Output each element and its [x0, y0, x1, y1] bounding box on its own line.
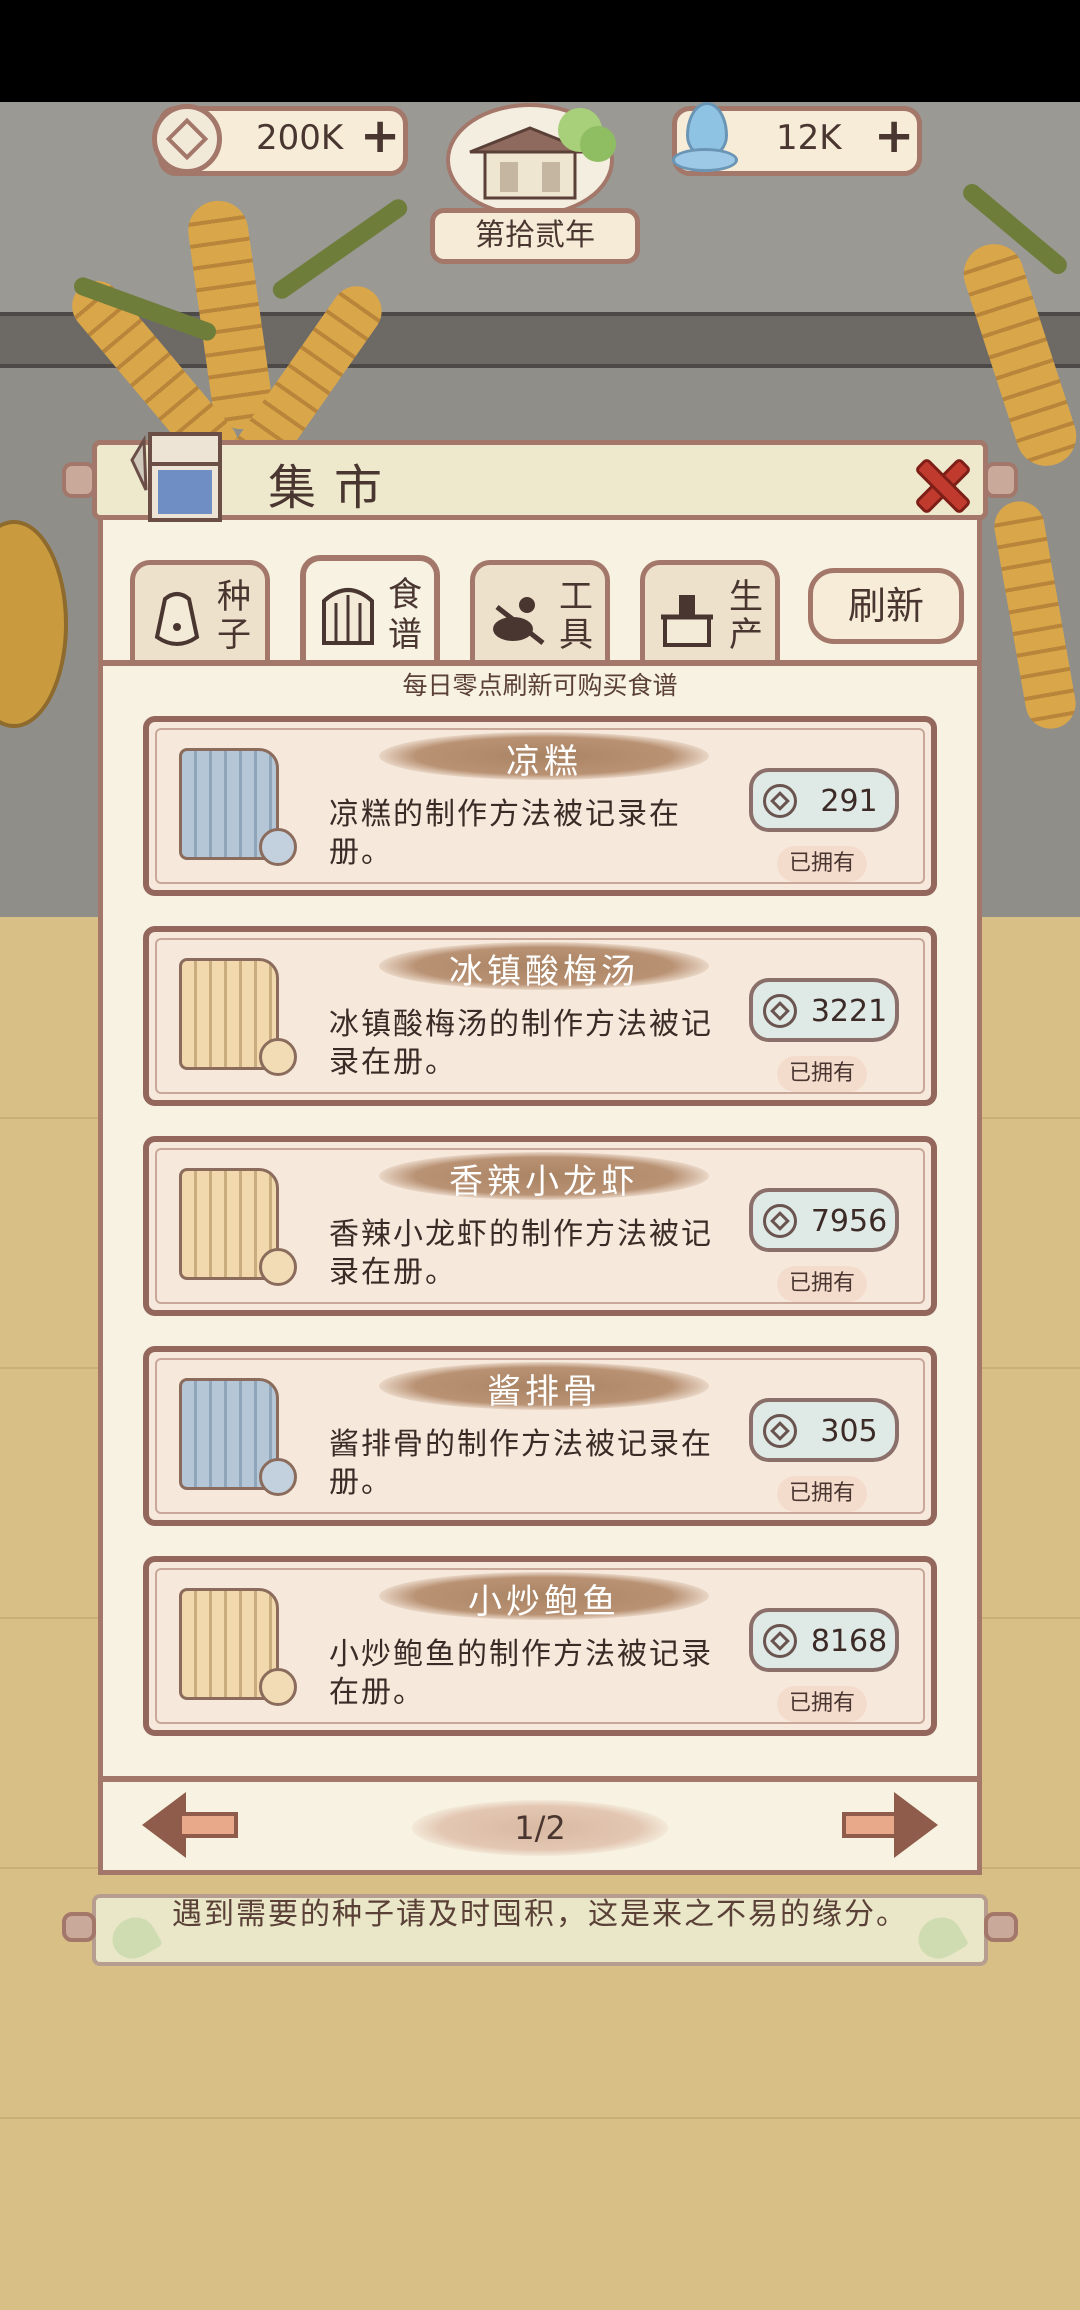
- recipe-name: 香辣小龙虾: [449, 1162, 639, 1202]
- water-drop-icon: [672, 100, 738, 172]
- close-button[interactable]: [912, 456, 966, 510]
- recipe-card[interactable]: 凉糕 凉糕的制作方法被记录在册。 291 已拥有: [143, 716, 937, 896]
- panel-roll-left: [62, 462, 96, 498]
- price-tag[interactable]: 7956: [749, 1188, 899, 1252]
- add-water-icon[interactable]: +: [874, 112, 914, 160]
- water-amount: 12K: [776, 118, 842, 158]
- recipe-card[interactable]: 酱排骨 酱排骨的制作方法被记录在册。 305 已拥有: [143, 1346, 937, 1526]
- tab-seeds[interactable]: 种 子: [130, 560, 270, 660]
- recipe-card[interactable]: 冰镇酸梅汤 冰镇酸梅汤的制作方法被记录在册。 3221 已拥有: [143, 926, 937, 1106]
- owned-badge: 已拥有: [777, 1266, 867, 1302]
- previous-page-button[interactable]: [142, 1792, 242, 1858]
- add-coins-icon[interactable]: +: [360, 112, 400, 160]
- recipe-scroll-icon: [179, 958, 299, 1078]
- recipe-price: 7956: [810, 1204, 888, 1239]
- tab-seeds-label-2: 子: [217, 615, 251, 655]
- price-tag[interactable]: 305: [749, 1398, 899, 1462]
- owned-badge: 已拥有: [777, 846, 867, 882]
- panel-title: 集市: [268, 460, 401, 516]
- year-badge: 第拾贰年: [430, 208, 640, 264]
- coin-icon: [763, 1414, 797, 1448]
- recipe-name: 凉糕: [506, 742, 582, 782]
- coin-icon: [763, 994, 797, 1028]
- tab-production-label-2: 产: [729, 615, 763, 655]
- recipe-name: 酱排骨: [487, 1372, 601, 1412]
- tab-tools[interactable]: 工 具: [470, 560, 610, 660]
- price-tag[interactable]: 3221: [749, 978, 899, 1042]
- seed-bag-icon: [154, 592, 200, 646]
- house-emblem: [430, 100, 630, 217]
- tab-production[interactable]: 生 产: [640, 560, 780, 660]
- recipe-description: 凉糕的制作方法被记录在册。: [329, 797, 681, 870]
- recipe-card[interactable]: 小炒鲍鱼 小炒鲍鱼的制作方法被记录在册。 8168 已拥有: [143, 1556, 937, 1736]
- tab-production-label-1: 生: [729, 577, 763, 617]
- market-stall-icon: [122, 420, 242, 530]
- tab-recipes[interactable]: 食 谱: [300, 555, 440, 665]
- stove-icon: [661, 595, 713, 647]
- refresh-hint: 每日零点刷新可购买食谱: [402, 671, 678, 700]
- recipe-name: 冰镇酸梅汤: [449, 952, 639, 992]
- recipe-price: 305: [820, 1414, 878, 1449]
- recipe-card[interactable]: 香辣小龙虾 香辣小龙虾的制作方法被记录在册。 7956 已拥有: [143, 1136, 937, 1316]
- coin-icon: [763, 784, 797, 818]
- tab-tools-label-1: 工: [559, 577, 593, 617]
- tab-tools-label-2: 具: [559, 615, 593, 655]
- pager-divider: [98, 1776, 982, 1782]
- recipe-scroll-icon: [179, 748, 299, 868]
- price-tag[interactable]: 291: [749, 768, 899, 832]
- owned-badge: 已拥有: [777, 1476, 867, 1512]
- price-tag[interactable]: 8168: [749, 1608, 899, 1672]
- recipe-name: 小炒鲍鱼: [468, 1582, 620, 1622]
- coin-icon: [763, 1624, 797, 1658]
- next-page-button[interactable]: [838, 1792, 938, 1858]
- recipe-description: 小炒鲍鱼的制作方法被记录在册。: [329, 1637, 713, 1710]
- coin-icon: [152, 104, 222, 174]
- panel-roll-right: [984, 462, 1018, 498]
- recipe-scroll-icon: [322, 588, 374, 645]
- recipe-scroll-icon: [179, 1588, 299, 1708]
- tab-seeds-label-1: 种: [217, 577, 251, 617]
- refresh-button[interactable]: 刷新: [808, 568, 964, 644]
- tip-roll-right: [984, 1912, 1018, 1942]
- tab-recipes-label-1: 食: [388, 575, 422, 615]
- tab-recipes-label-2: 谱: [388, 615, 422, 655]
- coin-icon: [763, 1204, 797, 1238]
- status-bar: [0, 0, 1080, 102]
- recipe-scroll-icon: [179, 1168, 299, 1288]
- hoe-tool-icon: [493, 597, 545, 645]
- tip-roll-left: [62, 1912, 96, 1942]
- recipe-description: 酱排骨的制作方法被记录在册。: [329, 1427, 713, 1500]
- tip-text: 遇到需要的种子请及时囤积，这是来之不易的缘分。: [172, 1897, 908, 1932]
- recipe-price: 8168: [810, 1624, 888, 1659]
- owned-badge: 已拥有: [777, 1056, 867, 1092]
- coin-amount: 200K: [256, 118, 344, 158]
- recipe-price: 3221: [810, 994, 888, 1029]
- arrow-right-icon: [894, 1792, 938, 1858]
- recipe-price: 291: [820, 784, 878, 819]
- recipe-description: 冰镇酸梅汤的制作方法被记录在册。: [329, 1007, 713, 1080]
- page-indicator: 1/2: [412, 1800, 668, 1856]
- recipe-description: 香辣小龙虾的制作方法被记录在册。: [329, 1217, 713, 1290]
- recipe-scroll-icon: [179, 1378, 299, 1498]
- owned-badge: 已拥有: [777, 1686, 867, 1722]
